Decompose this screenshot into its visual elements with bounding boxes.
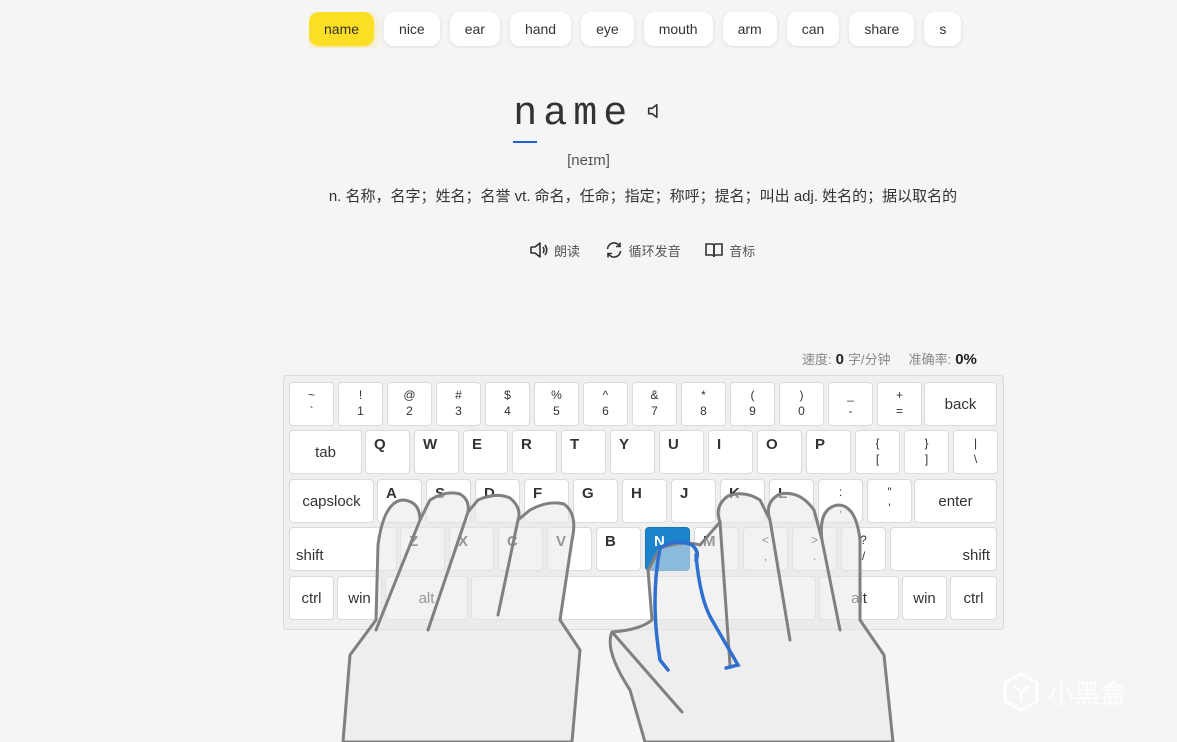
key-alt-left[interactable]: alt	[385, 576, 468, 620]
key-shift-right[interactable]: shift	[890, 527, 997, 571]
key--[interactable]: _ -	[828, 382, 873, 426]
key-win-right[interactable]: win	[902, 576, 947, 620]
key-r[interactable]: R	[512, 430, 557, 474]
key-y[interactable]: Y	[610, 430, 655, 474]
read-aloud-label: 朗读	[554, 243, 581, 259]
key-sym-2[interactable]: | \	[953, 430, 998, 474]
key-`[interactable]: ~ `	[289, 382, 334, 426]
word-chip-hand[interactable]: hand	[509, 12, 572, 46]
key-c[interactable]: C	[498, 527, 543, 571]
key-e[interactable]: E	[463, 430, 508, 474]
speaker-icon[interactable]	[646, 102, 664, 120]
key-sym3-1[interactable]: " '	[867, 479, 912, 523]
right-thumb-line	[610, 630, 684, 714]
word-chip-arm[interactable]: arm	[722, 12, 777, 46]
watermark: 小黑盒	[1002, 672, 1126, 712]
key-back[interactable]: back	[924, 382, 997, 426]
key-3[interactable]: #3	[436, 382, 481, 426]
key-=[interactable]: + =	[877, 382, 922, 426]
key-ctrl-left[interactable]: ctrl	[289, 576, 334, 620]
accuracy-label: 准确率:	[908, 352, 952, 367]
key-2[interactable]: @2	[387, 382, 432, 426]
definition-text: n. 名称，名字；姓名；名誉 vt. 命名，任命；指定；称呼；提名；叫出 adj…	[328, 188, 958, 205]
accuracy-value: 0%	[955, 351, 977, 368]
typing-stats: 速度: 0 字/分钟 准确率: 0%	[802, 349, 981, 368]
key-i[interactable]: I	[708, 430, 753, 474]
key-9[interactable]: (9	[730, 382, 775, 426]
key-o[interactable]: O	[757, 430, 802, 474]
key-w[interactable]: W	[414, 430, 459, 474]
word-chip-name[interactable]: name	[309, 12, 375, 46]
speed-unit: 字/分钟	[847, 352, 891, 367]
watermark-text: 小黑盒	[1048, 678, 1127, 709]
loop-icon	[606, 242, 621, 258]
key-alt-right[interactable]: alt	[819, 576, 899, 620]
key-7[interactable]: & 7	[632, 382, 677, 426]
key-d[interactable]: D	[475, 479, 520, 523]
key-0[interactable]: ) 0	[779, 382, 824, 426]
key-sym4-2[interactable]: ? /	[841, 527, 886, 571]
phonetic-toggle-button[interactable]: 音标	[704, 240, 755, 260]
current-word: name	[513, 92, 634, 143]
key-1[interactable]: ! 1	[338, 382, 383, 426]
word-chip-ear[interactable]: ear	[449, 12, 500, 46]
key-sym4-0[interactable]: <,	[743, 527, 788, 571]
xiaoheihe-logo-icon	[1003, 672, 1039, 712]
virtual-keyboard: ~ `! 1 @2 #3 $4% 5 ^ 6 & 7 * 8(9) 0 _ - + = back tab Q W E R T Y U…	[283, 375, 1004, 630]
key-capslock[interactable]: capslock	[289, 479, 374, 523]
key-g[interactable]: G	[573, 479, 618, 523]
word-chip-eye[interactable]: eye	[581, 12, 634, 46]
key-sym4-1[interactable]: >.	[792, 527, 837, 571]
key-u[interactable]: U	[659, 430, 704, 474]
word-chip-nice[interactable]: nice	[384, 12, 440, 46]
key-sym-1[interactable]: }]	[904, 430, 949, 474]
key-win-left[interactable]: win	[337, 576, 382, 620]
speed-label: 速度:	[802, 352, 832, 367]
key-4[interactable]: $4	[485, 382, 530, 426]
key-enter[interactable]: enter	[914, 479, 997, 523]
key-m[interactable]: M	[694, 527, 739, 571]
key-v[interactable]: V	[547, 527, 592, 571]
key-n[interactable]: N	[645, 527, 690, 571]
key-5[interactable]: % 5	[534, 382, 579, 426]
key-6[interactable]: ^ 6	[583, 382, 628, 426]
phonetic-toggle-label: 音标	[729, 243, 756, 259]
read-aloud-button[interactable]: 朗读	[529, 240, 580, 260]
key-8[interactable]: * 8	[681, 382, 726, 426]
key-tab[interactable]: tab	[289, 430, 362, 474]
word-chip-can[interactable]: can	[786, 12, 840, 46]
typing-cursor	[513, 141, 538, 143]
key-t[interactable]: T	[561, 430, 606, 474]
key-q[interactable]: Q	[365, 430, 410, 474]
key-a[interactable]: A	[377, 479, 422, 523]
word-chip-s[interactable]: s	[924, 12, 962, 46]
word-chip-list: name nice ear hand eye mouth arm can share s	[309, 12, 1002, 48]
current-word-text: name	[513, 92, 634, 137]
key-b[interactable]: B	[596, 527, 641, 571]
key-space[interactable]	[471, 576, 816, 620]
key-shift-left[interactable]: shift	[289, 527, 397, 571]
key-ctrl-right[interactable]: ctrl	[950, 576, 997, 620]
key-z[interactable]: Z	[400, 527, 445, 571]
key-sym3-0[interactable]: :;	[818, 479, 863, 523]
key-x[interactable]: X	[449, 527, 494, 571]
book-icon	[705, 243, 724, 258]
word-chip-share[interactable]: share	[849, 12, 915, 46]
key-l[interactable]: L	[769, 479, 814, 523]
key-j[interactable]: J	[671, 479, 716, 523]
word-chip-mouth[interactable]: mouth	[643, 12, 713, 46]
word-display: name	[0, 92, 1177, 143]
key-k[interactable]: K	[720, 479, 765, 523]
speed-value: 0	[835, 351, 844, 368]
loop-pronounce-button[interactable]: 循环发音	[604, 240, 681, 260]
loop-pronounce-label: 循环发音	[628, 243, 681, 259]
key-f[interactable]: F	[524, 479, 569, 523]
key-h[interactable]: H	[622, 479, 667, 523]
volume-icon	[530, 242, 548, 258]
pronunciation-controls: 朗读 循环发音 音标	[529, 240, 775, 260]
key-s[interactable]: S	[426, 479, 471, 523]
phonetic-text: [neɪm]	[567, 152, 610, 169]
key-sym-0[interactable]: {[	[855, 430, 900, 474]
key-p[interactable]: P	[806, 430, 851, 474]
